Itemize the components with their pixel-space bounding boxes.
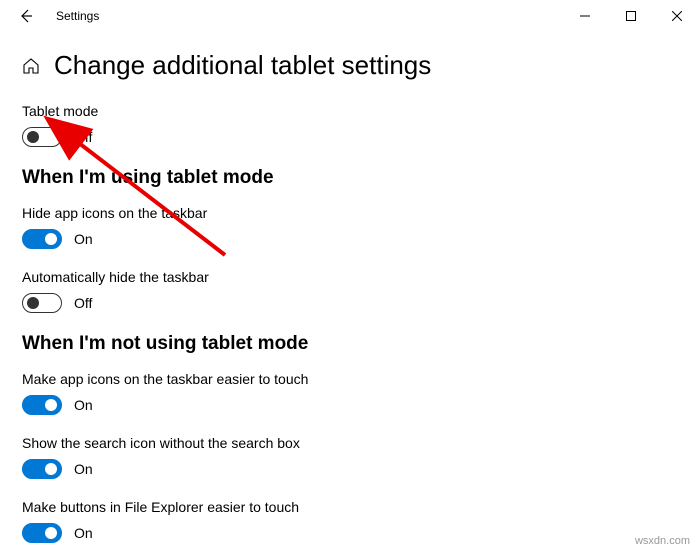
maximize-icon	[626, 11, 636, 21]
hide-icons-label: Hide app icons on the taskbar	[22, 205, 678, 221]
hide-icons-row: On	[22, 229, 678, 249]
file-explorer-label: Make buttons in File Explorer easier to …	[22, 499, 678, 515]
auto-hide-taskbar-row: Off	[22, 293, 678, 313]
easier-icons-state: On	[74, 397, 93, 413]
page-header: Change additional tablet settings	[22, 50, 678, 81]
hide-icons-state: On	[74, 231, 93, 247]
search-icon-toggle[interactable]	[22, 459, 62, 479]
tablet-mode-label: Tablet mode	[22, 103, 678, 119]
auto-hide-taskbar-label: Automatically hide the taskbar	[22, 269, 678, 285]
minimize-button[interactable]	[562, 0, 608, 32]
minimize-icon	[580, 11, 590, 21]
app-title: Settings	[56, 9, 99, 23]
back-button[interactable]	[10, 0, 42, 32]
hide-icons-toggle[interactable]	[22, 229, 62, 249]
back-arrow-icon	[19, 9, 33, 23]
easier-icons-label: Make app icons on the taskbar easier to …	[22, 371, 678, 387]
home-icon	[22, 57, 40, 75]
search-icon-state: On	[74, 461, 93, 477]
maximize-button[interactable]	[608, 0, 654, 32]
page-title: Change additional tablet settings	[54, 50, 431, 81]
search-icon-row: On	[22, 459, 678, 479]
search-icon-label: Show the search icon without the search …	[22, 435, 678, 451]
tablet-mode-row: Off	[22, 127, 678, 147]
file-explorer-state: On	[74, 525, 93, 541]
tablet-mode-toggle[interactable]	[22, 127, 62, 147]
section-using-tablet: When I'm using tablet mode	[22, 167, 678, 189]
close-icon	[672, 11, 682, 21]
titlebar: Settings	[0, 0, 700, 32]
easier-icons-row: On	[22, 395, 678, 415]
section-not-using-tablet: When I'm not using tablet mode	[22, 333, 678, 355]
file-explorer-toggle[interactable]	[22, 523, 62, 543]
auto-hide-taskbar-state: Off	[74, 295, 92, 311]
tablet-mode-state: Off	[74, 129, 92, 145]
window-controls	[562, 0, 700, 32]
auto-hide-taskbar-toggle[interactable]	[22, 293, 62, 313]
file-explorer-row: On	[22, 523, 678, 543]
easier-icons-toggle[interactable]	[22, 395, 62, 415]
home-button[interactable]	[22, 57, 40, 75]
watermark: wsxdn.com	[635, 535, 690, 547]
close-button[interactable]	[654, 0, 700, 32]
content-area: Change additional tablet settings Tablet…	[0, 32, 700, 543]
